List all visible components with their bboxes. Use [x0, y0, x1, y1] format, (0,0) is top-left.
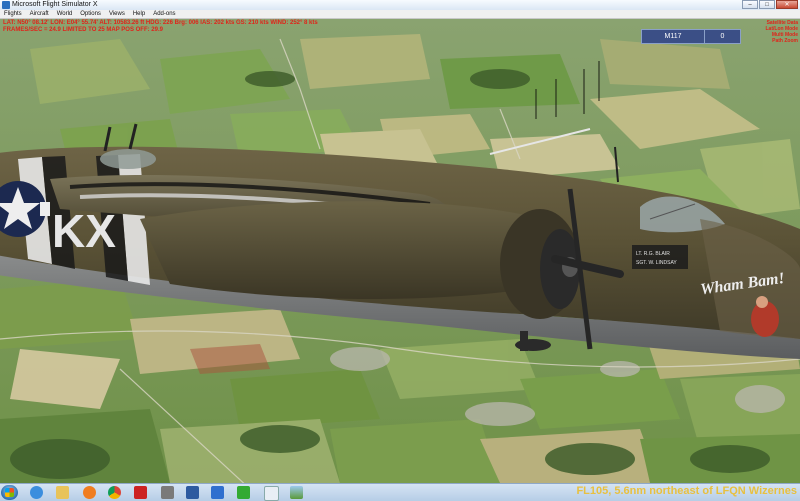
- menu-options[interactable]: Options: [76, 10, 105, 18]
- target-id: M117: [642, 30, 705, 43]
- menu-views[interactable]: Views: [105, 10, 129, 18]
- minimize-button[interactable]: –: [742, 0, 758, 9]
- maximize-button[interactable]: □: [759, 0, 775, 9]
- windows-logo-icon: [5, 488, 14, 497]
- start-icon[interactable]: [1, 485, 18, 500]
- menu-help[interactable]: Help: [129, 10, 149, 18]
- target-value: 0: [705, 30, 740, 43]
- scenery: KX Wham Bam! LT. R.G. BLAIR SGT. W. LIND…: [0, 19, 800, 483]
- app-icon-2[interactable]: [161, 486, 174, 499]
- side-info-item: Path Zoom: [772, 38, 798, 44]
- close-button[interactable]: ✕: [776, 0, 798, 9]
- menu-flights[interactable]: Flights: [0, 10, 26, 18]
- app-icon[interactable]: [134, 486, 147, 499]
- crew-plate-line1: LT. R.G. BLAIR: [636, 251, 670, 257]
- side-info-panel: Satellite Data Lat/Lon Mode Multi Mode P…: [762, 20, 799, 44]
- fsx-icon[interactable]: [211, 486, 224, 499]
- flight-info-line-2: FRAMES/SEC = 24.9 LIMITED TO 25 MAP POS …: [3, 27, 163, 33]
- window-title: Microsoft Flight Simulator X: [12, 1, 98, 8]
- flight-view[interactable]: KX Wham Bam! LT. R.G. BLAIR SGT. W. LIND…: [0, 19, 800, 483]
- menu-addons[interactable]: Add-ons: [149, 10, 179, 18]
- target-indicator: M117 0: [641, 29, 741, 44]
- media-player-icon[interactable]: [83, 486, 96, 499]
- location-readout: FL105, 5.6nm northeast of LFQN Wizernes: [576, 485, 797, 497]
- menu-bar: Flights Aircraft World Options Views Hel…: [0, 10, 800, 19]
- menu-world[interactable]: World: [53, 10, 77, 18]
- crew-plate-line2: SGT. W. LINDSAY: [636, 260, 677, 266]
- chrome-icon[interactable]: [108, 486, 121, 499]
- game-icon[interactable]: [237, 486, 250, 499]
- landscape-icon[interactable]: [290, 486, 303, 499]
- fsx-app-icon: [2, 1, 10, 9]
- window-icon[interactable]: [264, 486, 279, 501]
- folder-icon[interactable]: [56, 486, 69, 499]
- window-controls: – □ ✕: [741, 0, 798, 10]
- aircraft-code: KX: [52, 205, 116, 257]
- notepad-icon[interactable]: [186, 486, 199, 499]
- ie-icon[interactable]: [30, 486, 43, 499]
- fsx-window: Microsoft Flight Simulator X – □ ✕ Fligh…: [0, 0, 800, 483]
- flight-info-line-1: LAT: N50° 08.12' LON: E04° 55.74' ALT: 1…: [3, 20, 318, 26]
- menu-aircraft[interactable]: Aircraft: [26, 10, 53, 18]
